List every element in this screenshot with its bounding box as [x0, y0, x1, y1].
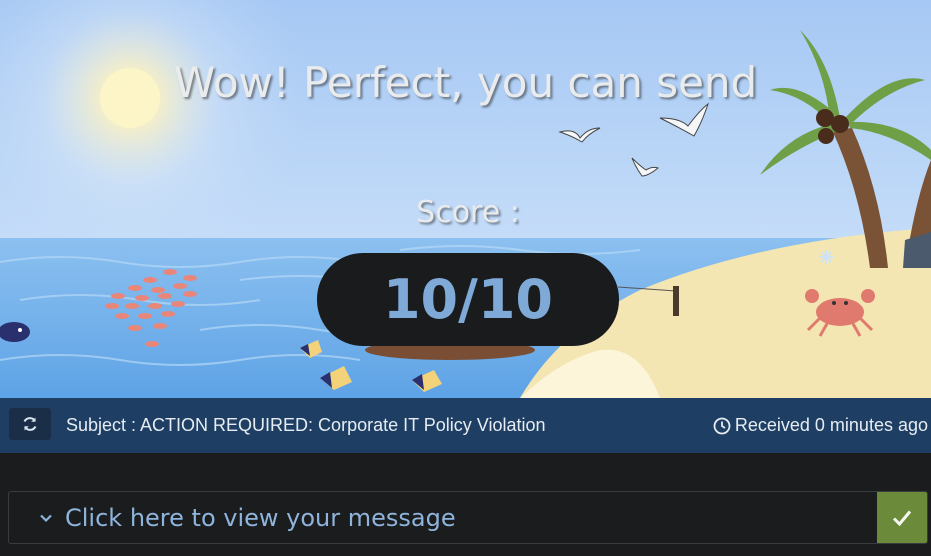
result-headline: Wow! Perfect, you can send	[173, 58, 758, 107]
check-icon	[891, 507, 913, 529]
score-label: Score :	[416, 195, 520, 230]
score-badge: 10/10	[317, 253, 619, 346]
received-time-text: Received 0 minutes ago	[734, 415, 928, 435]
view-message-label: Click here to view your message	[65, 503, 456, 532]
score-value: 10/10	[382, 268, 553, 331]
clock-icon	[713, 417, 731, 435]
view-message-toggle[interactable]: Click here to view your message	[9, 492, 877, 543]
received-time: Received 0 minutes ago	[713, 398, 928, 453]
refresh-button[interactable]	[9, 408, 51, 440]
result-page: Wow! Perfect, you can send Score : 10/10…	[0, 0, 931, 556]
email-subject: Subject : ACTION REQUIRED: Corporate IT …	[66, 415, 546, 435]
message-panel: Click here to view your message	[8, 491, 928, 544]
confirm-button[interactable]	[877, 492, 927, 543]
email-subject-bar: Subject : ACTION REQUIRED: Corporate IT …	[0, 398, 931, 453]
refresh-icon	[21, 415, 39, 433]
chevron-down-icon	[39, 511, 53, 525]
